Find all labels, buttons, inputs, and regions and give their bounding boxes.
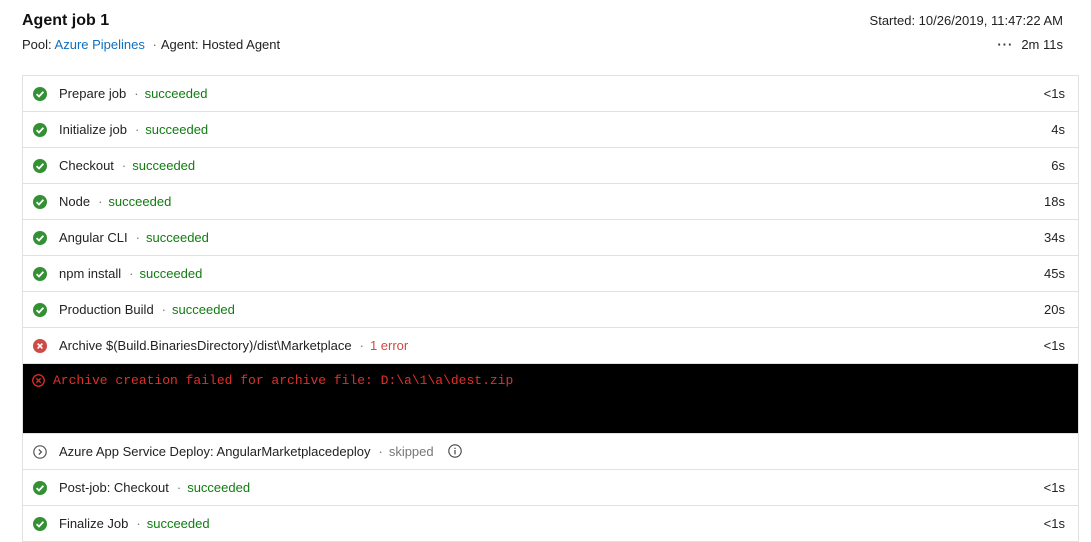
- step-row[interactable]: Node · succeeded 18s: [23, 184, 1078, 220]
- separator-dot: ·: [378, 444, 383, 459]
- step-status: succeeded: [108, 194, 172, 209]
- step-status: succeeded: [145, 122, 209, 137]
- separator-dot: ·: [135, 230, 140, 245]
- step-status: succeeded: [132, 158, 196, 173]
- pool-agent-line: Pool: Azure Pipelines · Agent: Hosted Age…: [22, 37, 280, 52]
- steps-list: Prepare job · succeeded <1s Initialize job…: [22, 75, 1079, 542]
- step-status: succeeded: [146, 230, 209, 245]
- check-circle-icon: [33, 517, 47, 531]
- step-row[interactable]: Prepare job · succeeded <1s: [23, 76, 1078, 112]
- step-row[interactable]: Finalize Job · succeeded <1s: [23, 506, 1078, 542]
- info-icon[interactable]: [447, 444, 462, 461]
- separator-dot: ·: [161, 302, 167, 317]
- step-status: succeeded: [146, 516, 210, 531]
- pool-link[interactable]: Azure Pipelines: [55, 37, 145, 52]
- step-row-failed[interactable]: Archive $(Build.BinariesDirectory)/dist\…: [23, 328, 1078, 364]
- skip-circle-icon: [33, 445, 47, 459]
- step-status: succeeded: [172, 302, 235, 317]
- console-error-message: Archive creation failed for archive file…: [53, 373, 514, 388]
- separator-dot: ·: [98, 194, 103, 209]
- step-duration: 4s: [1051, 122, 1065, 137]
- step-name: npm install: [59, 266, 122, 281]
- separator-dot: ·: [134, 122, 140, 137]
- step-duration: <1s: [1043, 86, 1065, 101]
- check-circle-icon: [33, 123, 47, 137]
- step-duration: 20s: [1044, 302, 1065, 317]
- step-duration: <1s: [1043, 480, 1065, 495]
- separator-dot: ·: [129, 266, 134, 281]
- separator-dot: ·: [359, 338, 364, 353]
- step-name: Initialize job: [59, 122, 127, 137]
- separator-dot: ·: [176, 480, 182, 495]
- step-status-error[interactable]: 1 error: [370, 338, 408, 353]
- separator-dot: ·: [121, 158, 127, 173]
- error-circle-icon: [32, 374, 45, 392]
- step-row[interactable]: Post-job: Checkout · succeeded <1s: [23, 470, 1078, 506]
- step-row[interactable]: Angular CLI · succeeded 34s: [23, 220, 1078, 256]
- step-duration: 45s: [1044, 266, 1065, 281]
- job-duration: 2m 11s: [1021, 37, 1063, 52]
- agent-name: Hosted Agent: [202, 37, 281, 52]
- check-circle-icon: [33, 481, 47, 495]
- step-duration: <1s: [1043, 516, 1065, 531]
- check-circle-icon: [33, 87, 47, 101]
- step-status: succeeded: [144, 86, 208, 101]
- separator-dot: ·: [152, 37, 157, 52]
- step-name: Prepare job: [59, 86, 127, 101]
- pool-label: Pool:: [22, 37, 52, 52]
- error-console-output: Archive creation failed for archive file…: [23, 364, 1078, 434]
- more-options-icon[interactable]: ···: [997, 37, 1013, 52]
- job-title: Agent job 1: [22, 12, 110, 29]
- check-circle-icon: [33, 303, 47, 317]
- check-circle-icon: [33, 267, 47, 281]
- step-row[interactable]: Production Build · succeeded 20s: [23, 292, 1078, 328]
- agent-label: Agent:: [160, 37, 199, 52]
- step-name: Archive $(Build.BinariesDirectory)/dist\…: [59, 338, 352, 353]
- step-status: succeeded: [187, 480, 251, 495]
- step-name: Node: [59, 194, 91, 209]
- separator-dot: ·: [136, 516, 141, 531]
- error-circle-icon: [33, 339, 47, 353]
- step-duration: <1s: [1043, 338, 1065, 353]
- check-circle-icon: [33, 159, 47, 173]
- step-name: Angular CLI: [59, 230, 128, 245]
- step-duration: 18s: [1044, 194, 1065, 209]
- step-status: succeeded: [139, 266, 203, 281]
- duration-line: ··· 2m 11s: [997, 37, 1063, 52]
- step-name: Production Build: [59, 302, 154, 317]
- step-duration: 34s: [1044, 230, 1065, 245]
- started-timestamp: Started: 10/26/2019, 11:47:22 AM: [869, 13, 1063, 28]
- step-duration: 6s: [1051, 158, 1065, 173]
- step-name: Finalize Job: [59, 516, 129, 531]
- job-header: Agent job 1 Pool: Azure Pipelines · Agent…: [22, 12, 1063, 60]
- check-circle-icon: [33, 231, 47, 245]
- separator-dot: ·: [134, 86, 139, 101]
- step-name: Azure App Service Deploy: AngularMarketp…: [59, 444, 371, 459]
- step-status: skipped: [388, 444, 434, 459]
- check-circle-icon: [33, 195, 47, 209]
- step-row[interactable]: Checkout · succeeded 6s: [23, 148, 1078, 184]
- step-row-skipped[interactable]: Azure App Service Deploy: AngularMarketp…: [23, 434, 1078, 470]
- step-row[interactable]: Initialize job · succeeded 4s: [23, 112, 1078, 148]
- step-name: Checkout: [59, 158, 114, 173]
- step-row[interactable]: npm install · succeeded 45s: [23, 256, 1078, 292]
- step-name: Post-job: Checkout: [59, 480, 169, 495]
